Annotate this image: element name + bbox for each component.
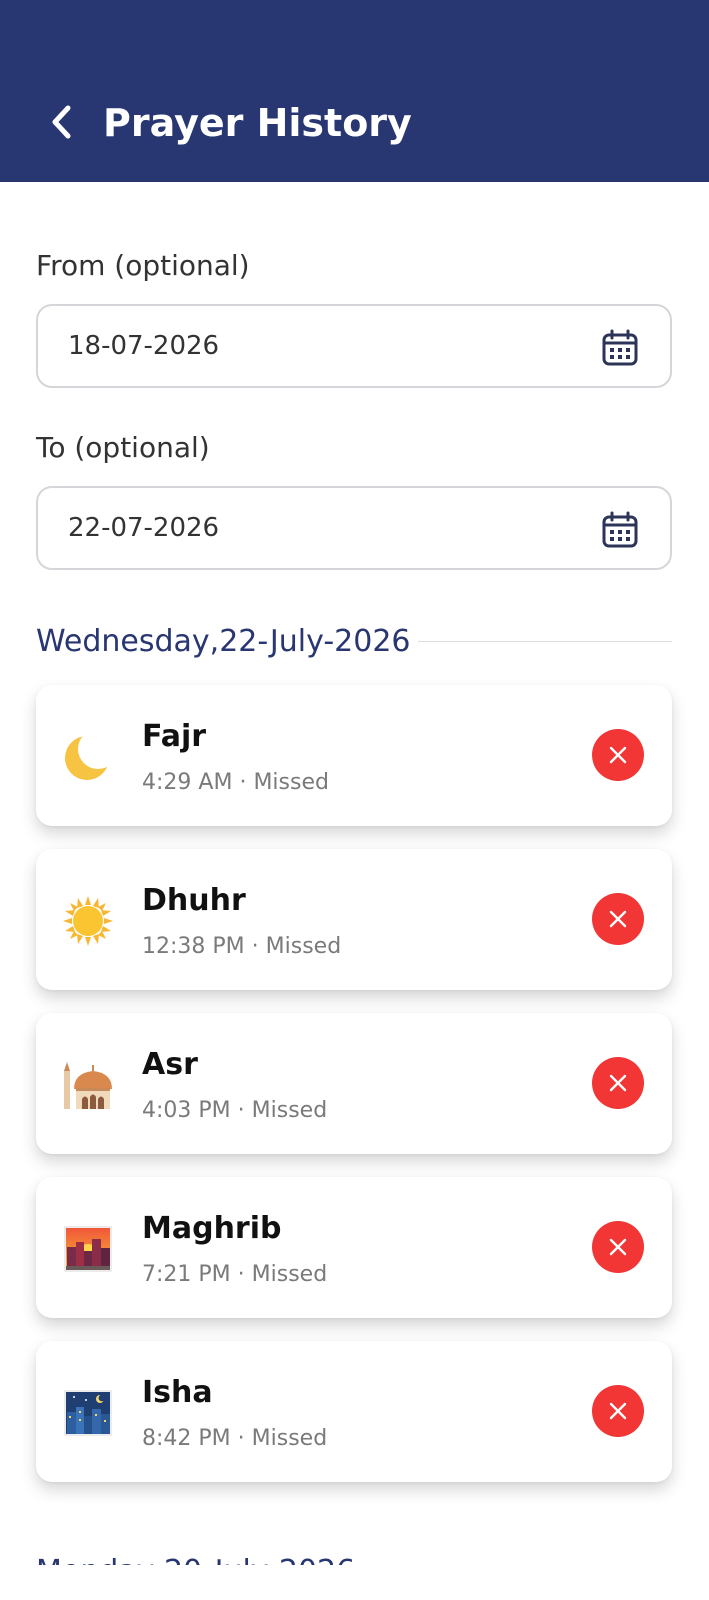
prayer-card-isha[interactable]: Isha 8:42 PM · Missed (36, 1341, 672, 1482)
separator-dot: · (239, 770, 254, 795)
prayer-time-status: 7:21 PM · Missed (142, 1259, 327, 1291)
crescent-moon-icon (65, 736, 109, 780)
prayer-time: 4:29 AM (142, 770, 233, 795)
from-date-field[interactable]: 18-07-2026 (36, 304, 672, 388)
from-label: From (optional) (36, 249, 250, 282)
prayer-name: Fajr (142, 719, 207, 754)
missed-status-button[interactable] (592, 1385, 644, 1437)
prayer-status: Missed (265, 934, 342, 959)
prayer-time: 4:03 PM (142, 1098, 231, 1123)
day-section-header: Wednesday,22-July-2026 (36, 624, 411, 659)
scroll-clip (0, 1565, 709, 1600)
close-icon (609, 1074, 627, 1092)
sun-icon (63, 896, 113, 946)
prayer-card-fajr[interactable]: Fajr 4:29 AM · Missed (36, 685, 672, 826)
missed-status-button[interactable] (592, 1221, 644, 1273)
prayer-name: Asr (142, 1047, 198, 1082)
chevron-left-icon (52, 105, 71, 139)
calendar-icon[interactable] (600, 328, 640, 368)
prayer-name: Isha (142, 1375, 213, 1410)
sunset-city-icon (64, 1226, 112, 1272)
back-button[interactable] (44, 104, 80, 140)
missed-status-button[interactable] (592, 1057, 644, 1109)
prayer-time: 7:21 PM (142, 1262, 231, 1287)
to-date-value: 22-07-2026 (68, 513, 220, 543)
from-date-value: 18-07-2026 (68, 331, 220, 361)
prayer-time-status: 8:42 PM · Missed (142, 1423, 327, 1455)
missed-status-button[interactable] (592, 893, 644, 945)
prayer-status: Missed (251, 1262, 328, 1287)
to-label: To (optional) (36, 431, 210, 464)
close-icon (609, 746, 627, 764)
prayer-name: Maghrib (142, 1211, 282, 1246)
page-title: Prayer History (103, 101, 412, 145)
close-icon (609, 1238, 627, 1256)
night-city-icon (64, 1390, 112, 1436)
separator-dot: · (237, 1426, 252, 1451)
prayer-time-status: 4:29 AM · Missed (142, 767, 329, 799)
prayer-card-asr[interactable]: Asr 4:03 PM · Missed (36, 1013, 672, 1154)
close-icon (609, 1402, 627, 1420)
prayer-time: 12:38 PM (142, 934, 245, 959)
prayer-status: Missed (253, 770, 329, 795)
mosque-icon (64, 1062, 112, 1109)
close-icon (609, 910, 627, 928)
separator-dot: · (251, 934, 266, 959)
missed-status-button[interactable] (592, 729, 644, 781)
prayer-status: Missed (251, 1426, 328, 1451)
separator-dot: · (237, 1098, 252, 1123)
prayer-card-maghrib[interactable]: Maghrib 7:21 PM · Missed (36, 1177, 672, 1318)
prayer-card-dhuhr[interactable]: Dhuhr 12:38 PM · Missed (36, 849, 672, 990)
prayer-name: Dhuhr (142, 883, 246, 918)
to-date-field[interactable]: 22-07-2026 (36, 486, 672, 570)
prayer-time-status: 4:03 PM · Missed (142, 1095, 327, 1127)
app-header: Prayer History (0, 0, 709, 182)
prayer-time: 8:42 PM (142, 1426, 231, 1451)
separator-dot: · (237, 1262, 252, 1287)
prayer-status: Missed (251, 1098, 328, 1123)
calendar-icon[interactable] (600, 510, 640, 550)
prayer-time-status: 12:38 PM · Missed (142, 931, 341, 963)
section-divider (418, 641, 672, 642)
